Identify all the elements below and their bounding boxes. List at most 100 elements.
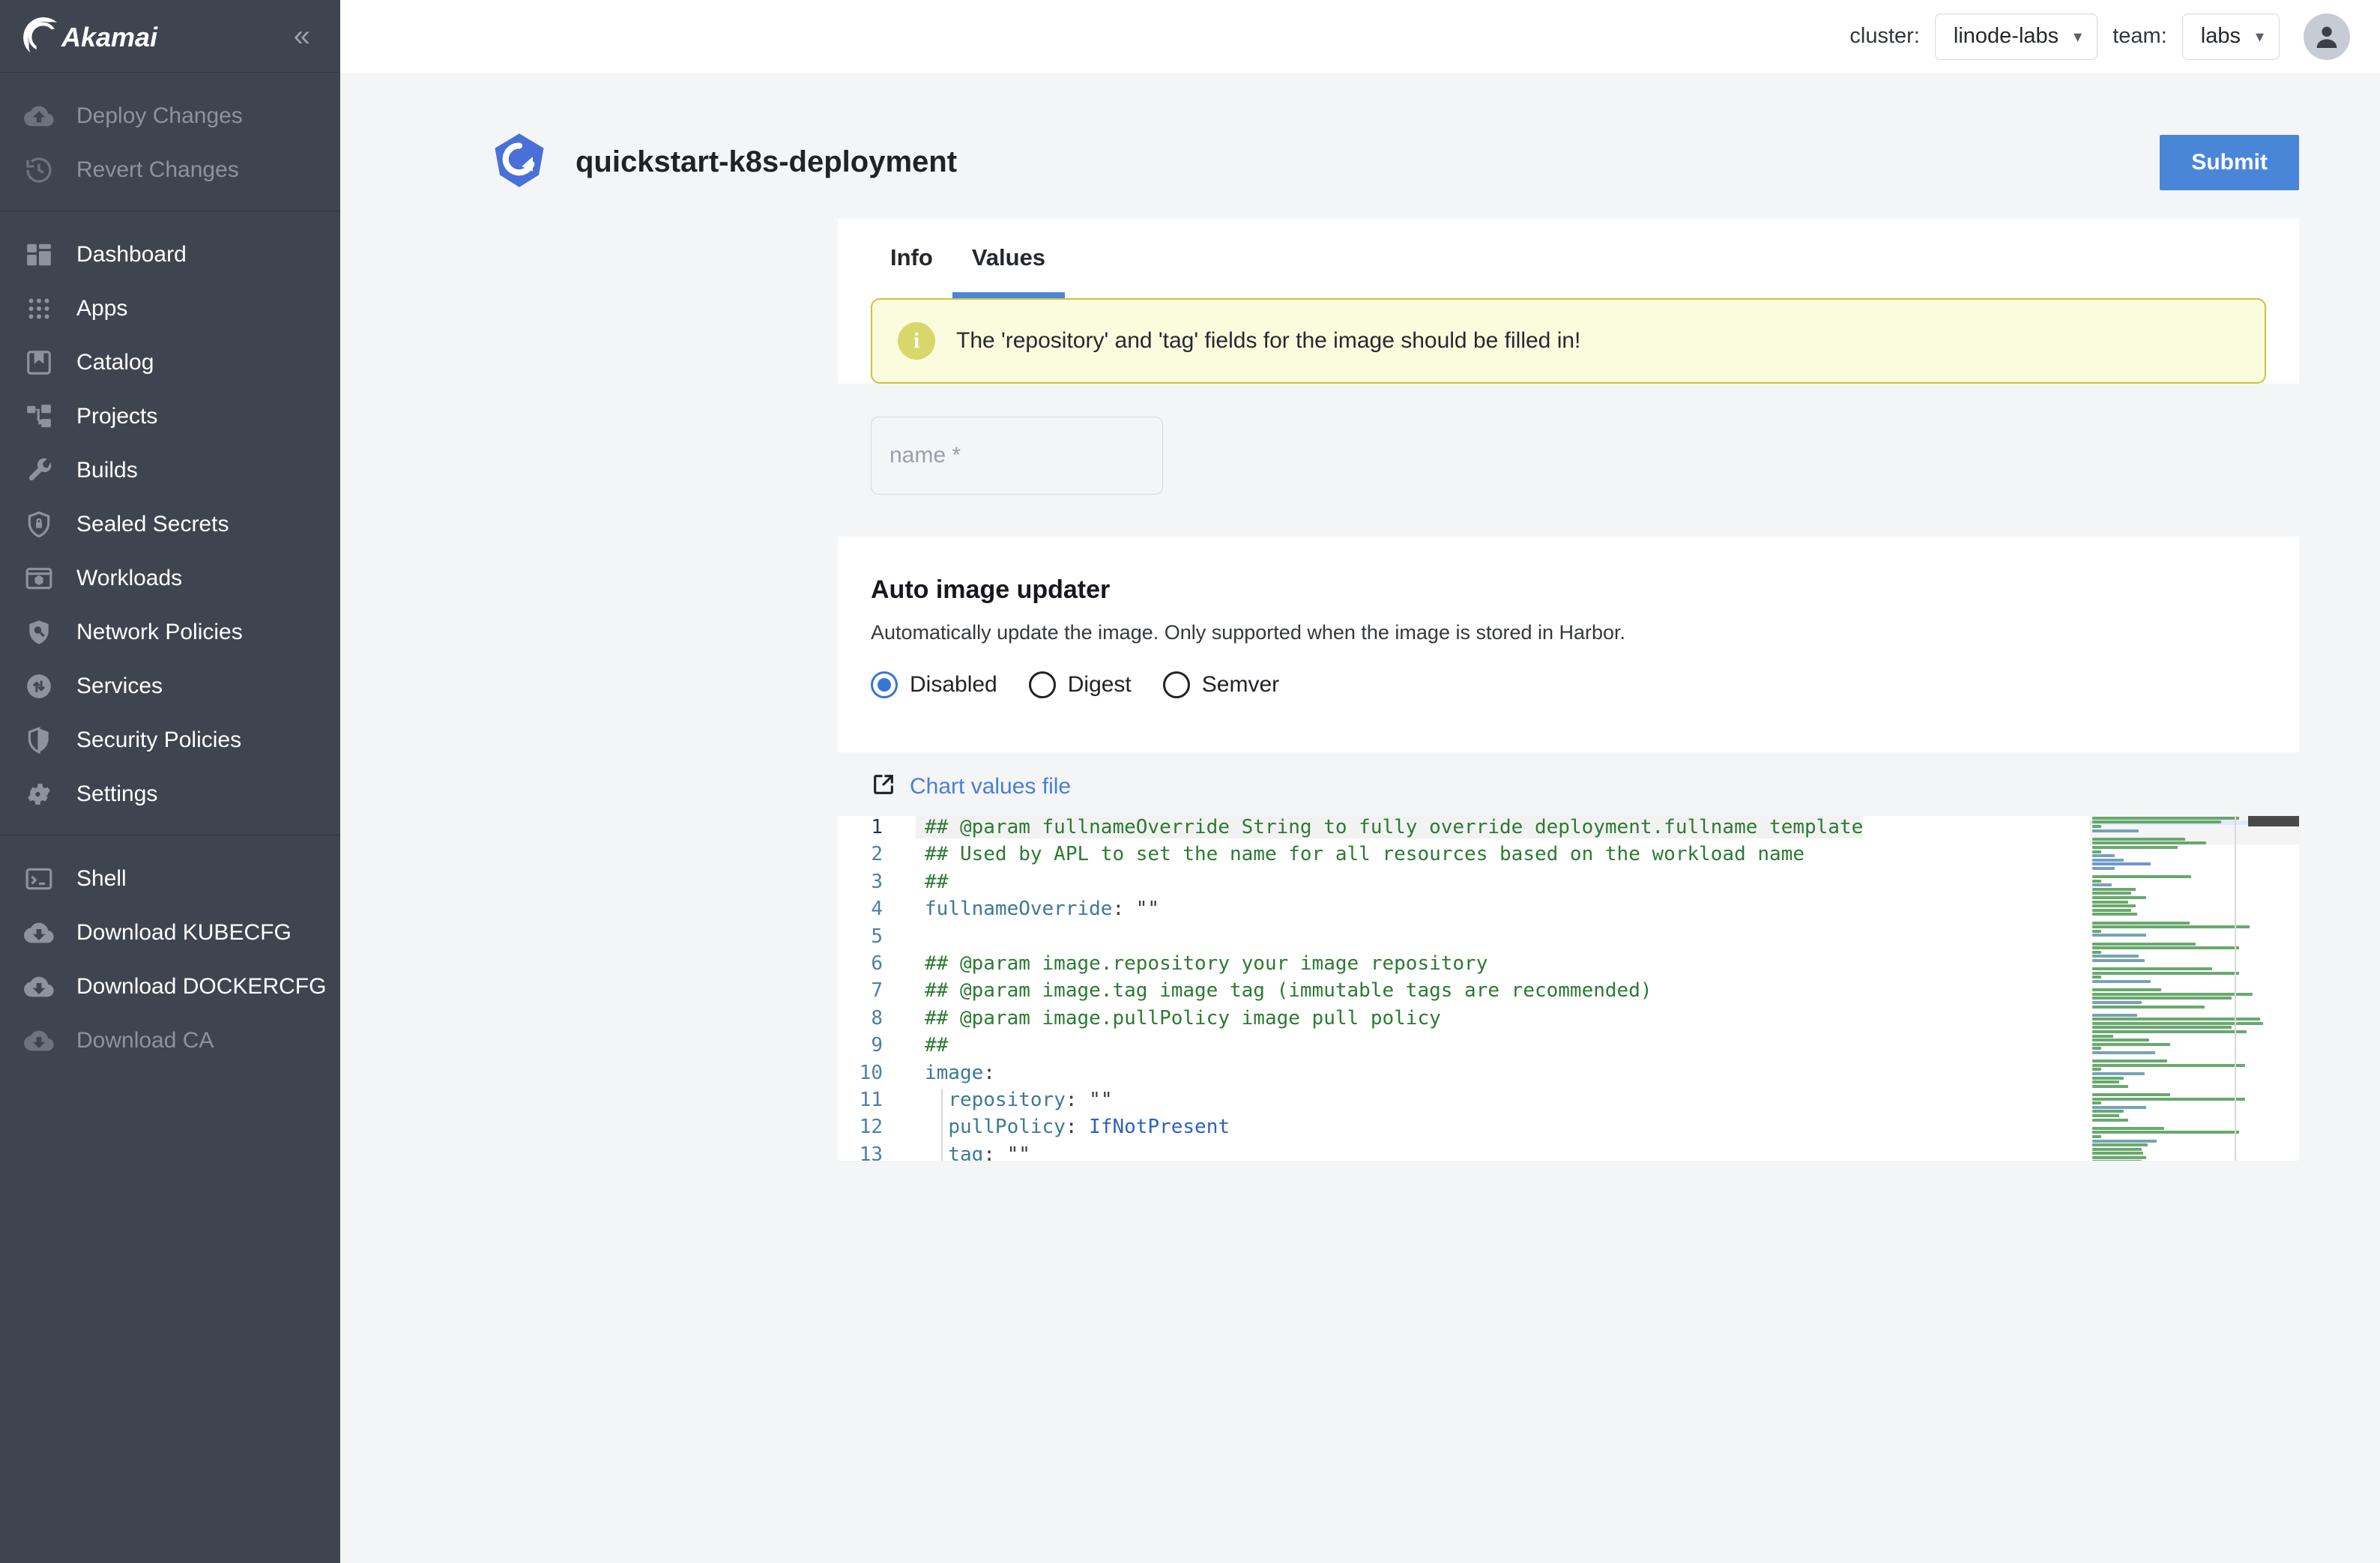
sidebar-item-download-dockercfg[interactable]: Download DOCKERCFG	[0, 960, 340, 1014]
minimap-divider	[2235, 816, 2236, 1161]
info-banner-text: The 'repository' and 'tag' fields for th…	[956, 328, 1581, 353]
line-source: ##	[916, 871, 948, 893]
line-number: 2	[871, 843, 883, 866]
sidebar-item-revert-changes[interactable]: Revert Changes	[0, 143, 340, 197]
minimap-segment	[2092, 1063, 2245, 1067]
minimap-segment	[2092, 1084, 2128, 1088]
cloud-download-icon	[22, 970, 55, 1003]
code-token: ## @param image.repository your image re…	[925, 952, 1488, 975]
code-line[interactable]: 8 ## @param image.pullPolicy image pull p…	[838, 1007, 2089, 1034]
minimap-segment	[2092, 913, 2137, 916]
minimap-segment	[2092, 1126, 2164, 1130]
submit-button[interactable]: Submit	[2160, 134, 2299, 190]
code-line[interactable]: 3 ##	[838, 871, 2089, 898]
chart-values-file-link[interactable]: Chart values file	[910, 774, 1071, 799]
minimap-segment	[2092, 1092, 2170, 1096]
sidebar-item-label: Download CA	[76, 1028, 214, 1053]
minimap-segment	[2092, 887, 2136, 891]
code-line[interactable]: 4 fullnameOverride: ""	[838, 898, 2089, 925]
user-avatar[interactable]	[2304, 13, 2350, 60]
minimap-segment	[2092, 976, 2101, 979]
sidebar-item-shell[interactable]: Shell	[0, 852, 340, 906]
cloud-download-icon	[22, 916, 55, 949]
code-line[interactable]: 13 tag: ""	[838, 1143, 2089, 1161]
code-line[interactable]: 12 pullPolicy: IfNotPresent	[838, 1116, 2089, 1143]
minimap-segment	[2092, 925, 2250, 929]
minimap-segment	[2092, 1042, 2170, 1046]
code-line[interactable]: 10 image:	[838, 1062, 2089, 1089]
chart-values-link-row: Chart values file	[838, 752, 2299, 816]
code-line[interactable]: 2 ## Used by APL to set the name for all …	[838, 843, 2089, 870]
code-token: :	[983, 1143, 995, 1161]
minimap-segment	[2092, 900, 2128, 904]
minimap-segment	[2092, 904, 2136, 908]
code-editor[interactable]: 1 ## @param fullnameOverride String to fu…	[838, 816, 2299, 1161]
sidebar-item-dashboard[interactable]: Dashboard	[0, 228, 340, 282]
minimap-segment	[2092, 942, 2196, 946]
sidebar-item-projects[interactable]: Projects	[0, 390, 340, 444]
minimap-segment	[2092, 1105, 2146, 1109]
sidebar-item-network-policies[interactable]: Network Policies	[0, 605, 340, 659]
sidebar-item-download-ca[interactable]: Download CA	[0, 1014, 340, 1068]
sidebar-item-workloads[interactable]: Workloads	[0, 551, 340, 605]
minimap-segment	[2092, 1131, 2239, 1134]
minimap-segment	[2092, 992, 2253, 996]
minimap-segment	[2092, 1068, 2101, 1071]
radio-option-semver[interactable]: Semver	[1162, 671, 1296, 698]
sidebar-item-security-policies[interactable]: Security Policies	[0, 713, 340, 767]
tab-values[interactable]: Values	[952, 219, 1066, 298]
code-token: pullPolicy	[948, 1116, 1066, 1139]
line-number: 13	[859, 1143, 883, 1161]
sidebar-item-builds[interactable]: Builds	[0, 444, 340, 498]
cloud-download-icon	[22, 1024, 55, 1057]
akamai-logo[interactable]: Akamai	[22, 15, 180, 57]
line-source: ## Used by APL to set the name for all r…	[916, 843, 1804, 865]
team-select[interactable]: labs ▾	[2181, 13, 2280, 60]
tab-info[interactable]: Info	[871, 219, 952, 298]
code-line[interactable]: 1 ## @param fullnameOverride String to fu…	[838, 816, 2089, 843]
minimap-segment	[2092, 1039, 2149, 1042]
page-title: quickstart-k8s-deployment	[576, 145, 958, 178]
minimap-segment	[2092, 1076, 2124, 1080]
code-line[interactable]: 11 repository: ""	[838, 1089, 2089, 1116]
code-line[interactable]: 9 ##	[838, 1034, 2089, 1061]
line-number: 10	[859, 1061, 883, 1084]
sidebar-item-label: Projects	[76, 404, 158, 429]
editor-minimap[interactable]	[2089, 816, 2299, 1161]
code-line[interactable]: 6 ## @param image.repository your image r…	[838, 952, 2089, 979]
minimap-segment	[2092, 1134, 2101, 1138]
sidebar-item-download-kubecfg[interactable]: Download KUBECFG	[0, 906, 340, 960]
name-input[interactable]	[871, 417, 1163, 495]
sidebar-item-label: Security Policies	[76, 728, 242, 752]
line-source: ## @param fullnameOverride String to ful…	[916, 816, 1864, 838]
minimap-segment	[2092, 841, 2206, 845]
code-editor-body[interactable]: 1 ## @param fullnameOverride String to fu…	[838, 816, 2089, 1161]
radio-option-digest[interactable]: Digest	[1028, 671, 1148, 698]
sidebar-item-settings[interactable]: Settings	[0, 767, 340, 821]
sidebar-item-apps[interactable]: Apps	[0, 282, 340, 336]
code-token: ##	[925, 870, 949, 893]
chevron-double-left-icon[interactable]: «	[294, 21, 312, 51]
minimap-segment	[2092, 979, 2151, 983]
sidebar-item-sealed-secrets[interactable]: Sealed Secrets	[0, 498, 340, 551]
cluster-select[interactable]: linode-labs ▾	[1934, 13, 2098, 60]
sidebar-item-services[interactable]: Services	[0, 659, 340, 713]
sidebar-group-nav: Dashboard Apps Catalog Projects Builds S…	[0, 211, 340, 835]
radio-icon-disabled	[871, 671, 898, 698]
minimap-segment	[2092, 997, 2232, 1000]
code-token: :	[1065, 1088, 1078, 1111]
line-source: ##	[916, 1034, 948, 1056]
editor-scrollbar[interactable]	[2248, 816, 2299, 826]
code-token: ""	[1135, 898, 1160, 921]
main-area: cluster: linode-labs ▾ team: labs ▾ quic…	[340, 0, 2380, 1563]
code-lines: 1 ## @param fullnameOverride String to fu…	[838, 816, 2089, 1161]
sidebar-item-catalog[interactable]: Catalog	[0, 336, 340, 390]
dashboard-icon	[22, 238, 55, 271]
line-number: 7	[871, 979, 883, 1003]
minimap-segment	[2092, 845, 2178, 849]
code-line[interactable]: 5	[838, 925, 2089, 952]
radio-option-disabled[interactable]: Disabled	[871, 671, 1014, 698]
code-line[interactable]: 7 ## @param image.tag image tag (immutabl…	[838, 979, 2089, 1006]
network-shield-icon	[22, 616, 55, 649]
sidebar-item-deploy-changes[interactable]: Deploy Changes	[0, 89, 340, 143]
